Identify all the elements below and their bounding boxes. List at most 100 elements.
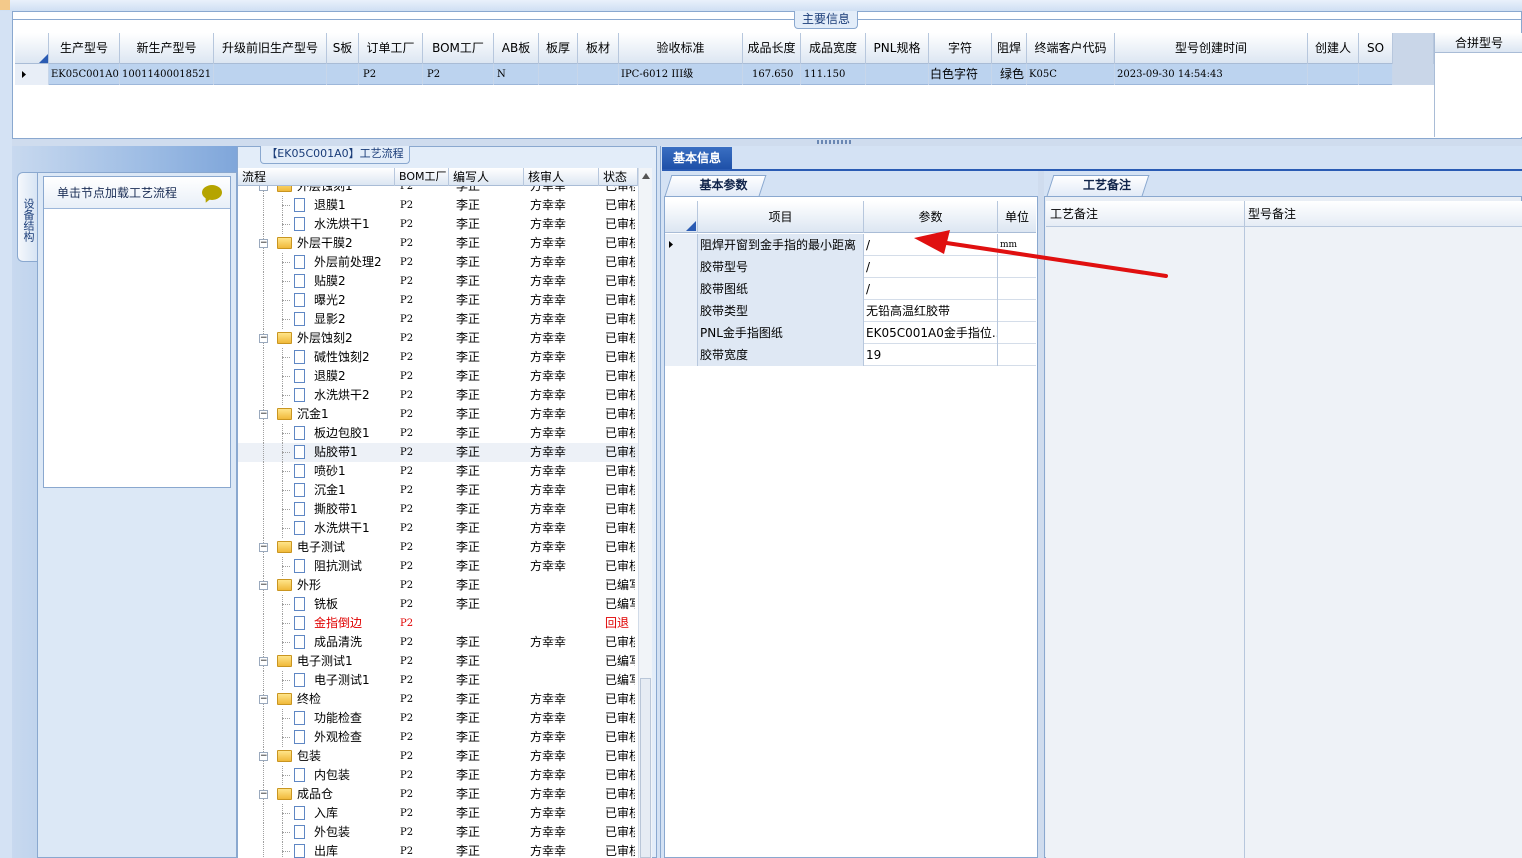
process-tree-row[interactable]: 外包装 P2 李正 方幸幸 已审核 [238, 823, 638, 842]
scroll-up-icon[interactable] [641, 172, 651, 180]
process-tree-row[interactable]: 电子测试1 P2 李正 已编写 [238, 671, 638, 690]
process-tree-row[interactable]: 功能检查 P2 李正 方幸幸 已审核 [238, 709, 638, 728]
collapse-toggle-icon[interactable]: − [259, 790, 268, 799]
col-order-factory[interactable]: 订单工厂 [359, 33, 423, 64]
tree-col-bom-factory[interactable]: BOM工厂 [395, 168, 449, 186]
col-production-model[interactable]: 生产型号 [49, 33, 120, 64]
process-tree-row[interactable]: − 外层干膜2 P2 李正 方幸幸 已审核 [238, 234, 638, 253]
params-row-indicator[interactable] [665, 344, 698, 366]
cell-legend[interactable]: 白色字符 [929, 64, 992, 85]
cell-ab-board[interactable]: N [494, 64, 539, 85]
process-tree-row[interactable]: 入库 P2 李正 方幸幸 已审核 [238, 804, 638, 823]
tree-col-reviewer[interactable]: 核审人 [524, 168, 599, 186]
cell-s-board[interactable] [327, 64, 359, 85]
tree-col-flow[interactable]: 流程 [238, 168, 395, 186]
col-finished-length[interactable]: 成品长度 [743, 33, 801, 64]
main-grid-row[interactable]: EK05C001A0 10011400018521 P2 P2 N IPC-60… [15, 64, 1434, 85]
collapse-toggle-icon[interactable]: − [259, 695, 268, 704]
params-value[interactable]: 19 [864, 344, 998, 366]
collapse-toggle-icon[interactable]: − [259, 581, 268, 590]
params-row[interactable]: 胶带型号 / [665, 256, 1036, 278]
col-model-created-time[interactable]: 型号创建时间 [1115, 33, 1308, 64]
process-note-textbox[interactable] [1046, 227, 1244, 858]
cell-so[interactable] [1359, 64, 1393, 85]
collapse-toggle-icon[interactable]: − [259, 657, 268, 666]
process-tree-row[interactable]: 内包装 P2 李正 方幸幸 已审核 [238, 766, 638, 785]
process-tree-row[interactable]: 外观检查 P2 李正 方幸幸 已审核 [238, 728, 638, 747]
tree-col-writer[interactable]: 编写人 [449, 168, 524, 186]
params-row-indicator[interactable] [665, 256, 698, 278]
col-s-board[interactable]: S板 [327, 33, 359, 64]
collapse-toggle-icon[interactable]: − [259, 410, 268, 419]
process-tree-row[interactable]: 贴胶带1 P2 李正 方幸幸 已审核 [238, 443, 638, 462]
process-tree-row[interactable]: − 成品仓 P2 李正 方幸幸 已审核 [238, 785, 638, 804]
process-tree-row[interactable]: − 外层蚀刻2 P2 李正 方幸幸 已审核 [238, 329, 638, 348]
process-tree-row[interactable]: 水洗烘干1 P2 李正 方幸幸 已审核 [238, 519, 638, 538]
collapse-toggle-icon[interactable]: − [259, 543, 268, 552]
cell-order-factory[interactable]: P2 [359, 64, 423, 85]
process-tree-row[interactable]: 显影2 P2 李正 方幸幸 已审核 [238, 310, 638, 329]
col-so[interactable]: SO [1359, 33, 1393, 64]
process-tree-row[interactable]: − 电子测试 P2 李正 方幸幸 已审核 [238, 538, 638, 557]
params-col-unit[interactable]: 单位 [998, 201, 1036, 233]
cell-solder-mask[interactable]: 绿色 [992, 64, 1027, 85]
cell-bom-factory[interactable]: P2 [423, 64, 494, 85]
params-value[interactable]: / [864, 256, 998, 278]
params-row[interactable]: PNL金手指图纸 EK05C001A0金手指位... [665, 322, 1036, 344]
tree-col-status[interactable]: 状态 [599, 168, 638, 186]
params-row-indicator[interactable] [665, 278, 698, 300]
params-value[interactable]: 无铅高温红胶带 [864, 300, 998, 322]
process-tree-row[interactable]: − 包装 P2 李正 方幸幸 已审核 [238, 747, 638, 766]
cell-finished-length[interactable]: 167.650 [743, 64, 801, 85]
params-value[interactable]: EK05C001A0金手指位... [864, 322, 998, 344]
col-acceptance-standard[interactable]: 验收标准 [619, 33, 743, 64]
collapse-toggle-icon[interactable]: − [259, 239, 268, 248]
col-creator[interactable]: 创建人 [1308, 33, 1359, 64]
process-tree-row[interactable]: 喷砂1 P2 李正 方幸幸 已审核 [238, 462, 638, 481]
model-note-textbox[interactable] [1245, 227, 1522, 858]
process-tree-row[interactable]: − 终检 P2 李正 方幸幸 已审核 [238, 690, 638, 709]
col-pnl-spec[interactable]: PNL规格 [866, 33, 929, 64]
process-tree-row[interactable]: 贴膜2 P2 李正 方幸幸 已审核 [238, 272, 638, 291]
cell-thickness[interactable] [539, 64, 578, 85]
col-bom-factory[interactable]: BOM工厂 [423, 33, 494, 64]
process-tree-row[interactable]: 碱性蚀刻2 P2 李正 方幸幸 已审核 [238, 348, 638, 367]
process-tree-row[interactable]: 水洗烘干2 P2 李正 方幸幸 已审核 [238, 386, 638, 405]
params-value[interactable]: / [864, 234, 998, 256]
cell-old-production-model[interactable] [214, 64, 327, 85]
scrollbar-thumb[interactable] [640, 678, 651, 858]
merge-model-header[interactable]: 合拼型号 [1435, 33, 1522, 53]
params-row[interactable]: 阻焊开窗到金手指的最小距离 / mm [665, 234, 1036, 256]
params-row-indicator[interactable] [665, 234, 698, 256]
cell-material[interactable] [578, 64, 619, 85]
process-tree-row[interactable]: 铣板 P2 李正 已编写 [238, 595, 638, 614]
params-row-indicator[interactable] [665, 322, 698, 344]
process-tree-row[interactable]: − 电子测试1 P2 李正 已编写 [238, 652, 638, 671]
process-tree-row[interactable]: 退膜1 P2 李正 方幸幸 已审核 [238, 196, 638, 215]
col-old-production-model[interactable]: 升级前旧生产型号 [214, 33, 327, 64]
tab-process-notes[interactable]: 工艺备注 [1066, 175, 1148, 196]
process-tree-row[interactable]: 撕胶带1 P2 李正 方幸幸 已审核 [238, 500, 638, 519]
process-tree-scrollbar[interactable] [638, 168, 652, 858]
col-solder-mask[interactable]: 阻焊 [992, 33, 1027, 64]
process-tree-row[interactable]: − 外层蚀刻1 P2 李正 方幸幸 已审核 [238, 186, 638, 196]
process-tree-row[interactable]: 曝光2 P2 李正 方幸幸 已审核 [238, 291, 638, 310]
col-end-customer-code[interactable]: 终端客户代码 [1027, 33, 1115, 64]
col-ab-board[interactable]: AB板 [494, 33, 539, 64]
col-material[interactable]: 板材 [578, 33, 619, 64]
process-tree-row[interactable]: 外层前处理2 P2 李正 方幸幸 已审核 [238, 253, 638, 272]
cell-pnl-spec[interactable] [866, 64, 929, 85]
cell-finished-width[interactable]: 111.150 [801, 64, 866, 85]
collapse-toggle-icon[interactable]: − [259, 334, 268, 343]
collapse-toggle-icon[interactable]: − [259, 186, 268, 191]
process-tree-row[interactable]: 阻抗测试 P2 李正 方幸幸 已审核 [238, 557, 638, 576]
params-col-item[interactable]: 项目 [698, 201, 864, 233]
col-finished-width[interactable]: 成品宽度 [801, 33, 866, 64]
col-legend[interactable]: 字符 [929, 33, 992, 64]
process-tree-row[interactable]: 沉金1 P2 李正 方幸幸 已审核 [238, 481, 638, 500]
params-col-value[interactable]: 参数 [864, 201, 998, 233]
horizontal-splitter[interactable] [12, 139, 1522, 146]
params-row[interactable]: 胶带宽度 19 [665, 344, 1036, 366]
process-tree-row[interactable]: 水洗烘干1 P2 李正 方幸幸 已审核 [238, 215, 638, 234]
process-tree-row[interactable]: 出库 P2 李正 方幸幸 已审核 [238, 842, 638, 858]
